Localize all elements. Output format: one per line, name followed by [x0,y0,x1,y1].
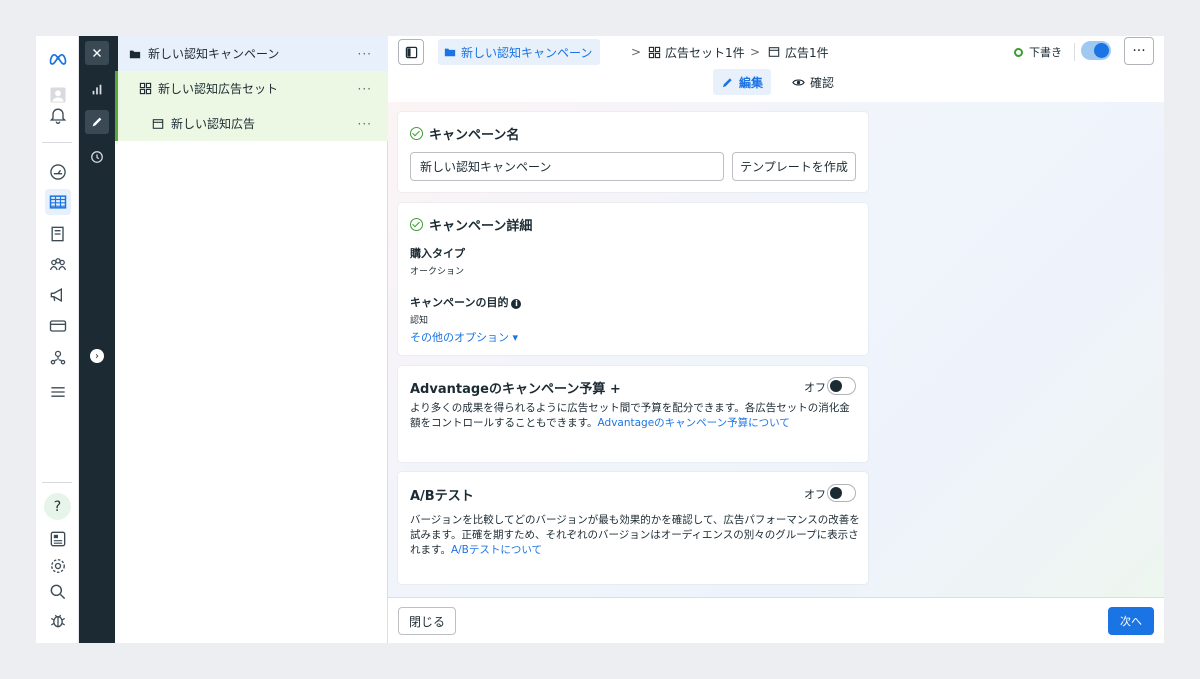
buying-type-value: オークション [410,267,465,277]
campaign-name-title: キャンペーン名 [429,128,520,143]
expand-panel-button[interactable]: › [90,349,104,363]
editor-footer: 閉じる 次へ [388,597,1164,643]
header-more-button[interactable]: ··· [1124,37,1154,65]
draft-status: 下書き [1014,39,1062,65]
bar-chart-icon [92,84,102,95]
ab-test-card: A/Bテスト オフ バージョンを比較してどのバージョンが最も効果的かを確認して、… [398,472,868,584]
eye-icon [792,78,805,86]
news-icon[interactable] [45,526,71,552]
tree-campaign-label: 新しい認知キャンペーン [148,47,280,61]
close-icon [93,49,101,57]
adset-grid-icon [138,82,152,96]
breadcrumb-separator: > [631,45,642,59]
tab-review-label: 確認 [810,75,835,90]
ab-test-title: A/Bテスト [410,489,474,504]
rail-divider [42,142,72,143]
buying-type-label: 購入タイプ [410,247,465,260]
objective-value: 認知 [410,316,429,326]
meta-logo-icon[interactable] [45,46,71,72]
breadcrumb-separator: > [750,45,761,59]
billing-card-icon[interactable] [45,313,71,339]
editor-main: 新しい認知キャンペーン > 広告セット1件 > 広告1件 下書き ··· 編集 [388,36,1164,643]
adset-grid-icon [648,46,661,59]
campaign-name-input[interactable]: 新しい認知キャンペーン [410,152,724,181]
advantage-budget-card: Advantageのキャンペーン予算 + オフ より多くの成果を得られるように広… [398,366,868,462]
tree-campaign-more-button[interactable]: ··· [358,47,372,61]
menu-hamburger-icon[interactable] [45,379,71,405]
advantage-budget-description: より多くの成果を得られるように広告セット間で予算を配分できます。各広告セットの消… [410,401,860,431]
info-icon[interactable]: i [511,299,522,309]
check-circle-icon [410,127,423,140]
breadcrumb-campaign-label: 新しい認知キャンペーン [461,45,593,60]
objective-label: キャンペーンの目的 [410,296,509,309]
pencil-icon [92,117,102,127]
toggle-sidebar-button[interactable] [398,39,424,65]
check-circle-icon [410,218,423,231]
help-button[interactable]: ? [44,493,71,520]
editor-header: 新しい認知キャンペーン > 広告セット1件 > 広告1件 下書き ··· 編集 [388,36,1164,102]
folder-icon [444,46,457,59]
campaign-details-card: キャンペーン詳細 購入タイプ オークション キャンペーンの目的 i 認知 その他の… [398,203,868,355]
ad-window-icon [768,46,781,59]
campaign-on-toggle[interactable] [1081,41,1111,60]
history-button[interactable] [85,145,109,169]
objective-label-row: キャンペーンの目的 i [410,294,522,310]
campaign-tree: 新しい認知キャンペーン ··· 新しい認知広告セット ··· 新しい認知広告 ·… [115,36,388,643]
ab-test-toggle-label: オフ [804,488,826,501]
reporting-chart-button[interactable] [85,78,109,102]
campaign-details-title: キャンペーン詳細 [429,219,533,234]
close-button[interactable]: 閉じる [398,607,456,635]
ad-window-icon [151,117,165,131]
status-dot-icon [1014,47,1023,57]
tree-ad-label: 新しい認知広告 [171,117,256,131]
tab-review[interactable]: 確認 [784,69,842,95]
tree-item-ad[interactable]: 新しい認知広告 ··· [115,106,388,141]
editor-tool-strip: › [79,36,115,643]
business-network-icon[interactable] [45,345,71,371]
bug-report-icon[interactable] [45,607,71,633]
pages-icon[interactable] [45,221,71,247]
more-options-link[interactable]: その他のオプション ▾ [410,329,518,345]
bell-icon[interactable] [45,102,71,128]
campaigns-table-icon[interactable] [45,189,71,215]
breadcrumb-adsets[interactable]: 広告セット1件 [648,39,745,65]
audiences-icon[interactable] [45,252,71,278]
tree-adset-label: 新しい認知広告セット [158,82,279,96]
rail-divider [42,482,72,483]
folder-icon [128,47,142,61]
breadcrumb-campaign[interactable]: 新しい認知キャンペーン [438,39,601,65]
breadcrumb-ads-label: 広告1件 [785,45,829,60]
ads-manager-window: ? › 新しい認知キャンペーン ··· 新しい認知広告セット ··· 新しい認知… [36,36,1164,643]
tree-item-adset[interactable]: 新しい認知広告セット ··· [115,71,388,106]
advantage-budget-toggle[interactable] [827,377,856,395]
advantage-budget-toggle-label: オフ [804,381,826,394]
next-button[interactable]: 次へ [1108,607,1154,635]
tab-edit-label: 編集 [739,75,764,90]
ab-test-toggle[interactable] [827,484,856,502]
tree-item-campaign[interactable]: 新しい認知キャンペーン ··· [115,36,388,71]
clock-icon [91,151,103,163]
breadcrumb-ads[interactable]: 広告1件 [768,39,829,65]
tree-adset-more-button[interactable]: ··· [358,82,372,96]
tab-edit[interactable]: 編集 [713,69,772,95]
create-template-button[interactable]: テンプレートを作成 [732,152,856,181]
dashboard-gauge-icon[interactable] [45,159,71,185]
pencil-icon [722,77,732,87]
campaign-name-card: キャンペーン名 新しい認知キャンペーン テンプレートを作成 [398,112,868,192]
ab-test-description: バージョンを比較してどのバージョンが最も効果的かを確認して、広告パフォーマンスの… [410,513,860,558]
header-divider [1074,43,1075,61]
ab-test-link[interactable]: A/Bテストについて [451,544,542,556]
close-editor-button[interactable] [85,41,109,65]
global-nav-rail: ? [36,36,79,643]
tree-ad-more-button[interactable]: ··· [358,117,372,131]
gear-icon[interactable] [45,553,71,579]
edit-mode-button[interactable] [85,110,109,134]
status-label: 下書き [1029,46,1062,59]
advantage-budget-link[interactable]: Advantageのキャンペーン予算について [598,417,790,429]
megaphone-icon[interactable] [45,282,71,308]
advantage-budget-title: Advantageのキャンペーン予算 + [410,382,621,397]
search-icon[interactable] [45,579,71,605]
sidebar-panel-icon [405,46,417,58]
breadcrumb-adsets-label: 広告セット1件 [665,45,745,60]
